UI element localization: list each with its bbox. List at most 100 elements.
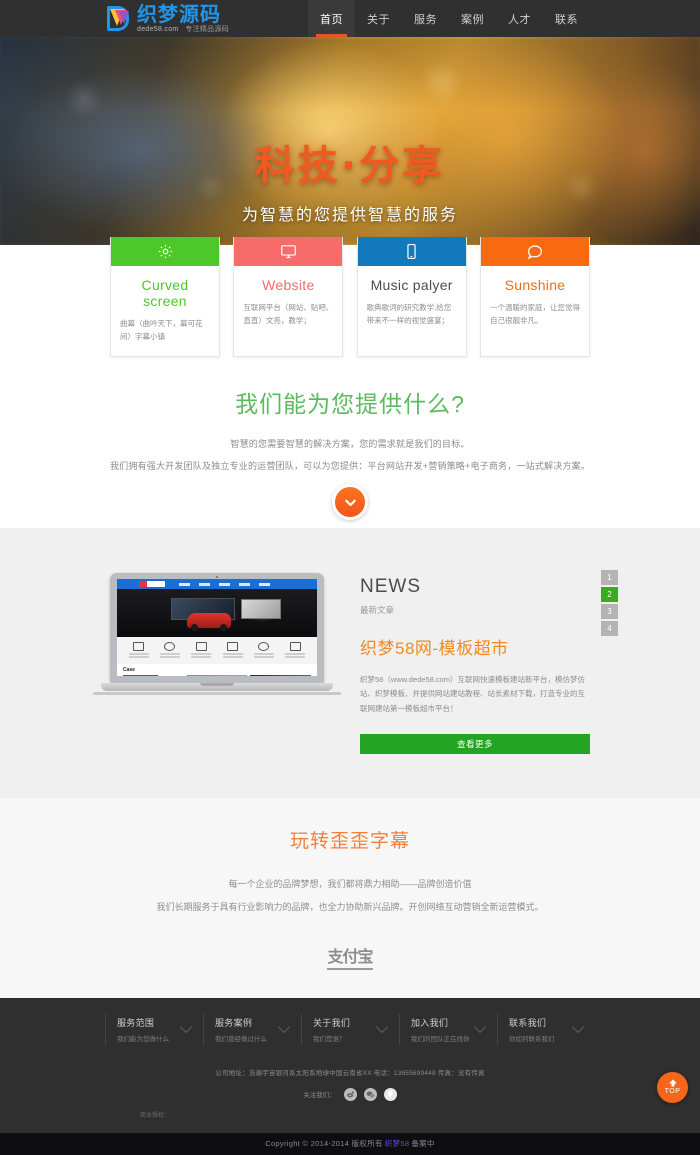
footer-social-row: 关注我们：: [70, 1087, 630, 1101]
footer-col-subtitle: 你如何联系我们: [509, 1035, 555, 1043]
card-body: Website 互联网平台（网站、贴吧、直直）文亮，教学；: [234, 266, 342, 340]
feature-cards: Curved screen 曲幕（曲吟天下，幕可花间）字幕小镇 Website …: [110, 237, 590, 358]
logo-chinese-name: 织梦源码: [137, 2, 221, 26]
footer-columns: 服务范围 我们能为您做什么 服务案例 我们曾经做过什么 关于我们 我们是谁？ 加…: [105, 1013, 595, 1045]
news-subheading: 最新文章: [360, 605, 395, 615]
back-to-top-button[interactable]: TOP: [657, 1071, 688, 1103]
feature-card-curved-screen[interactable]: Curved screen 曲幕（曲吟天下，幕可花间）字幕小镇: [110, 237, 220, 358]
card-body: Music palyer 歌典歌词的研究教学,给您带来不一样的视觉盛宴；: [358, 266, 466, 340]
hero-subtitle: 为智慧的您提供智慧的服务: [241, 207, 458, 224]
news-content: NEWS 最新文章 织梦58网-模板超市 织梦58（www.dede58.com…: [360, 568, 590, 754]
card-body: Sunshine 一个温暖的家庭，让您觉得自己很靓非凡。: [481, 266, 589, 340]
pagination-item-1[interactable]: 1: [601, 570, 618, 585]
services-line-2: 我们拥有强大开发团队及独立专业的运营团队，可以为您提供：平台网站开发+营销策略+…: [109, 461, 591, 471]
footer-address: 公司地址：浩瀚宇宙银河系太阳系地球中国云南省XX 电话：13655699448 …: [215, 1069, 485, 1077]
logo-tagline: 专注精品源码: [185, 26, 230, 33]
qq-icon[interactable]: [383, 1087, 397, 1101]
services-line-1: 智慧的您需要智慧的解决方案，您的需求就是我们的目标。: [230, 439, 470, 449]
hero-title: 科技·分享: [254, 143, 446, 189]
feature-card-sunshine[interactable]: Sunshine 一个温暖的家庭，让您觉得自己很靓非凡。: [479, 237, 590, 358]
footer-col-subtitle: 我们曾经做过什么: [215, 1035, 267, 1043]
wechat-icon[interactable]: [363, 1087, 377, 1101]
news-article-paragraph: 织梦58（www.dede58.com）互联网快速模板建站新平台，模仿梦仿站、织…: [360, 675, 586, 713]
footer-col-title: 服务范围: [117, 1017, 155, 1028]
card-description: 互联网平台（网站、贴吧、直直）文亮，教学；: [243, 303, 334, 326]
mock-site-menu: [179, 582, 270, 586]
mock-case-label: Case: [123, 667, 135, 673]
copyright-suffix: 备案中: [411, 1139, 435, 1149]
card-body: Curved screen 曲幕（曲吟天下，幕可花间）字幕小镇: [111, 266, 219, 356]
footer-col-contact-us[interactable]: 联系我们 你如何联系我们: [497, 1013, 595, 1045]
feature-card-website[interactable]: Website 互联网平台（网站、贴吧、直直）文亮，教学；: [233, 237, 344, 358]
phone-icon: [407, 243, 416, 260]
laptop-base: [101, 683, 333, 691]
footer-col-join-us[interactable]: 加入我们 我们的团队正在找你: [399, 1013, 497, 1045]
mock-site-nav: [117, 579, 317, 589]
hero-content: 科技·分享 为智慧的您提供智慧的服务: [0, 133, 700, 225]
footer-middle: 公司地址：浩瀚宇宙银河系太阳系地球中国云南省XX 电话：13655699448 …: [70, 1067, 630, 1119]
nav-item-talent[interactable]: 人才: [496, 0, 543, 37]
news-section: Case NEWS 最新文章 织梦58网-模板超市 织梦58（www.dede5…: [0, 528, 700, 798]
feature-cards-band: Curved screen 曲幕（曲吟天下，幕可花间）字幕小镇 Website …: [0, 237, 700, 371]
copyright-brand-link[interactable]: 织梦58: [385, 1138, 410, 1149]
site-header: 织梦源码 dede58.com 专注精品源码 首页 关于 服务 案例 人才 联系: [0, 0, 700, 37]
mock-site-logo: [139, 581, 165, 587]
footer-col-title: 关于我们: [313, 1017, 351, 1028]
footer-col-subtitle: 我们能为您做什么: [117, 1035, 169, 1043]
footer-col-service-scope[interactable]: 服务范围 我们能为您做什么: [105, 1013, 203, 1045]
page-root: 织梦源码 dede58.com 专注精品源码 首页 关于 服务 案例 人才 联系…: [0, 0, 700, 1155]
about-section: 玩转歪歪字幕 每一个企业的品牌梦想，我们都将鼎力相助——品牌创造价值 我们长期服…: [0, 797, 700, 998]
nav-item-home[interactable]: 首页: [308, 0, 355, 37]
footer-beian-label: 商业授权：: [140, 1112, 171, 1119]
footer-col-about-us[interactable]: 关于我们 我们是谁？: [301, 1013, 399, 1045]
site-logo[interactable]: 织梦源码 dede58.com 专注精品源码: [107, 0, 229, 37]
nav-item-contact[interactable]: 联系: [543, 0, 590, 37]
news-article-title[interactable]: 织梦58网-模板超市: [360, 634, 590, 659]
laptop-mockup-image: Case: [93, 573, 342, 754]
logo-text: 织梦源码 dede58.com 专注精品源码: [137, 4, 229, 33]
card-icon-header: [357, 237, 466, 266]
site-footer: 服务范围 我们能为您做什么 服务案例 我们曾经做过什么 关于我们 我们是谁？ 加…: [0, 997, 700, 1155]
footer-col-title: 联系我们: [509, 1017, 547, 1028]
pagination-item-3[interactable]: 3: [601, 604, 618, 619]
mock-panel-right: [241, 599, 281, 619]
logo-mark-icon: [107, 6, 133, 31]
monitor-icon: [280, 245, 296, 259]
mock-car-image: [187, 613, 231, 631]
card-title: Website: [262, 277, 315, 293]
chat-icon: [527, 244, 542, 259]
news-pagination: 1 2 3 4: [601, 570, 618, 636]
chevron-down-icon: [344, 499, 356, 506]
news-heading: NEWS: [360, 576, 421, 597]
nav-item-service[interactable]: 服务: [402, 0, 449, 37]
back-to-top-label: TOP: [664, 1088, 681, 1096]
copyright-prefix: Copyright © 2014-2014 版权所有: [265, 1139, 383, 1149]
copyright-bar: Copyright © 2014-2014 版权所有 织梦58 备案中: [0, 1132, 700, 1155]
card-icon-header: [111, 237, 219, 266]
footer-col-service-cases[interactable]: 服务案例 我们曾经做过什么: [203, 1013, 301, 1045]
about-line-2: 我们长期服务于具有行业影响力的品牌，也全力协助新兴品牌。开创网络互动营销全新运营…: [156, 901, 544, 912]
laptop-camera-icon: [216, 575, 218, 578]
nav-item-case[interactable]: 案例: [449, 0, 496, 37]
laptop-foot: [93, 692, 341, 695]
pagination-item-2[interactable]: 2: [601, 587, 618, 602]
footer-col-title: 加入我们: [411, 1017, 449, 1028]
feature-card-music-player[interactable]: Music palyer 歌典歌词的研究教学,给您带来不一样的视觉盛宴；: [356, 237, 467, 358]
nav-item-about[interactable]: 关于: [355, 0, 402, 37]
services-section: 我们能为您提供什么? 智慧的您需要智慧的解决方案，您的需求就是我们的目标。 我们…: [0, 371, 700, 528]
scroll-down-button[interactable]: [332, 484, 368, 520]
news-more-button[interactable]: 查看更多: [360, 733, 590, 754]
chevron-down-icon: [473, 1026, 487, 1033]
about-title: 玩转歪歪字幕: [289, 830, 410, 852]
laptop-screen-content: Case: [117, 579, 317, 676]
weibo-glyph: [346, 1091, 354, 1098]
pagination-item-4[interactable]: 4: [601, 621, 618, 636]
mock-case-thumbs: [123, 675, 312, 676]
footer-col-subtitle: 我们是谁？: [313, 1035, 346, 1043]
card-title: Curved screen: [141, 277, 189, 309]
gear-icon: [158, 244, 172, 259]
alipay-logo-text: 支付宝: [327, 943, 374, 970]
card-description: 歌典歌词的研究教学,给您带来不一样的视觉盛宴；: [366, 303, 452, 326]
weibo-icon[interactable]: [343, 1087, 357, 1101]
news-inner: Case NEWS 最新文章 织梦58网-模板超市 织梦58（www.dede5…: [93, 568, 618, 754]
